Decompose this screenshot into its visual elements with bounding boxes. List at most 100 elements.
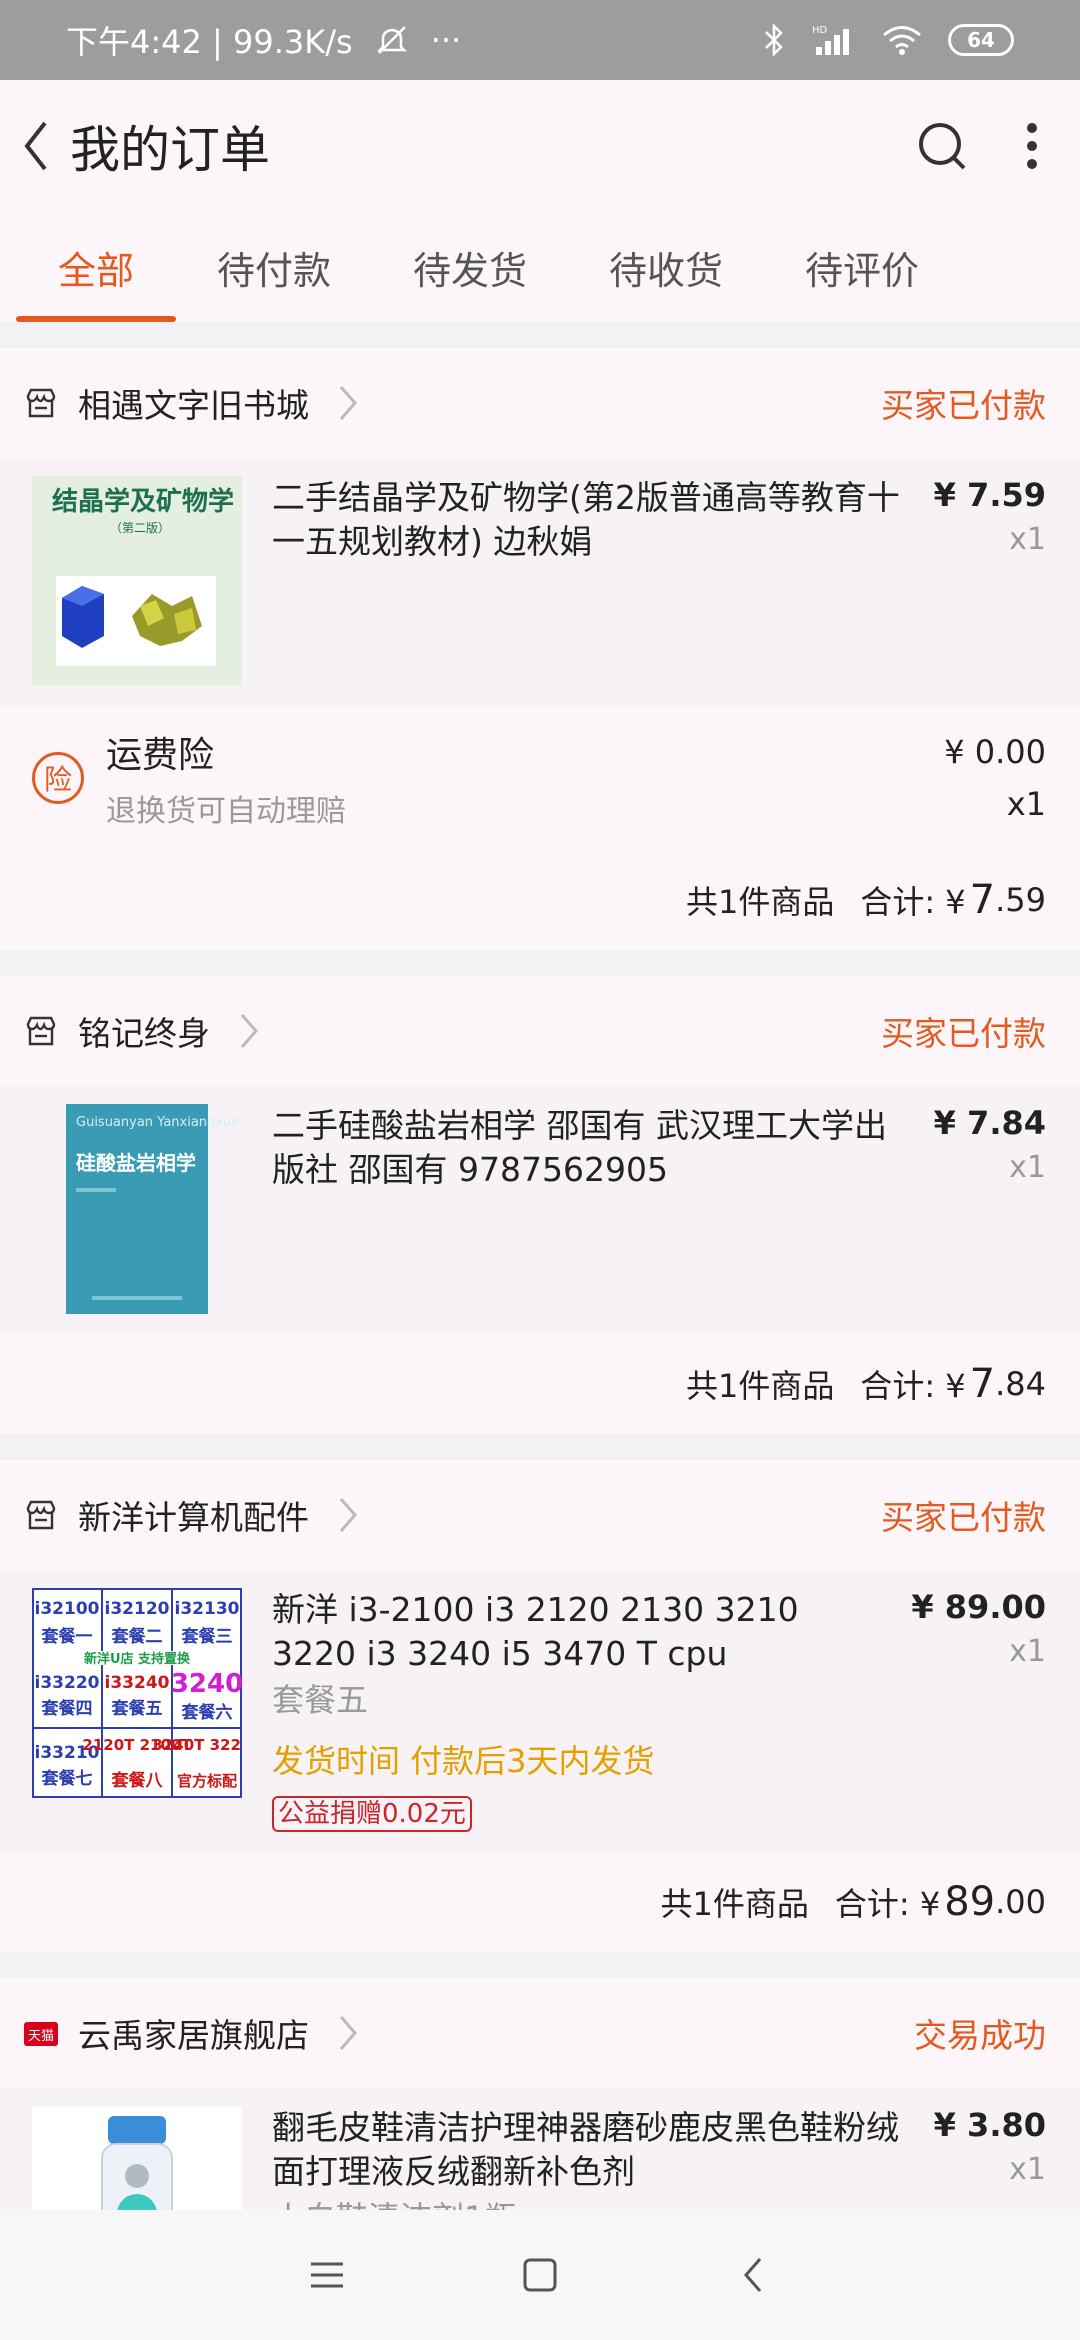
svg-text:i33240: i33240 <box>105 1673 170 1693</box>
product-title: 二手硅酸盐岩相学 邵国有 武汉理工大学出版社 邵国有 9787562905 <box>272 1106 887 1189</box>
tab-pending-shipment[interactable]: 待发货 <box>372 212 568 322</box>
product-quantity: x1 <box>1009 1150 1046 1185</box>
battery-icon: 64 <box>948 24 1014 56</box>
summary-total-decimal: .84 <box>995 1365 1046 1403</box>
summary-total-integer: 7 <box>969 877 996 923</box>
tab-all[interactable]: 全部 <box>16 212 176 322</box>
tab-pending-payment[interactable]: 待付款 <box>176 212 372 322</box>
svg-text:i33220: i33220 <box>35 1673 100 1693</box>
product-title: 翻毛皮鞋清洁护理神器磨砂鹿皮黑色鞋粉绒面打理液反绒翻新补色剂 <box>272 2108 899 2191</box>
svg-text:套餐三: 套餐三 <box>181 1626 233 1647</box>
shop-row[interactable]: 天猫 云禹家居旗舰店 交易成功 <box>0 1978 1080 2088</box>
tab-pending-review[interactable]: 待评价 <box>764 212 960 322</box>
insurance-subtitle: 退换货可自动理赔 <box>106 794 346 829</box>
svg-text:硅酸盐岩相学: 硅酸盐岩相学 <box>76 1151 196 1175</box>
screen: 下午4:42 | 99.3K/s ··· HD 64 我的订单 全部 待付款 待… <box>0 0 1080 2340</box>
back-arrow-icon <box>24 121 47 171</box>
tab-pending-receipt[interactable]: 待收货 <box>568 212 764 322</box>
summary-total-integer: 89 <box>944 1879 996 1925</box>
svg-text:3240T 3220T: 3240T 3220T <box>152 1736 242 1754</box>
chevron-right-icon <box>339 2016 357 2050</box>
order-item[interactable]: Guisuanyan Yanxiangxue 硅酸盐岩相学 二手硅酸盐岩相学 邵… <box>0 1086 1080 1334</box>
chevron-right-icon <box>339 1498 357 1532</box>
svg-text:官方标配: 官方标配 <box>177 1772 237 1790</box>
svg-text:i32100: i32100 <box>35 1599 100 1619</box>
svg-text:3240: 3240 <box>171 1669 242 1699</box>
home-square-icon <box>523 2258 557 2292</box>
svg-text:套餐八: 套餐八 <box>111 1770 164 1791</box>
chevron-right-icon <box>339 386 357 420</box>
insurance-quantity: x1 <box>1006 785 1046 823</box>
more-vertical-icon <box>1027 123 1037 169</box>
order-item[interactable]: 翻毛皮鞋清洁护理神器磨砂鹿皮黑色鞋粉绒面打理液反绒翻新补色剂 小白鞋清洁剂1瓶 … <box>0 2088 1080 2210</box>
shop-name: 相遇文字旧书城 <box>78 386 309 425</box>
order-item[interactable]: i32100 套餐一 i32120 套餐二 i32130 套餐三 新洋U店 支持… <box>0 1570 1080 1852</box>
shop-name: 云禹家居旗舰店 <box>78 2016 309 2055</box>
svg-text:i32120: i32120 <box>105 1599 170 1619</box>
shop-row[interactable]: 新洋计算机配件 买家已付款 <box>0 1460 1080 1570</box>
order-tabs: 全部 待付款 待发货 待收货 待评价 <box>0 212 1080 322</box>
app-header: 我的订单 <box>0 80 1080 212</box>
svg-text:天猫: 天猫 <box>28 2029 54 2044</box>
order-status: 买家已付款 <box>881 1498 1046 1537</box>
product-variant: 小白鞋清洁剂1瓶 <box>272 2196 906 2210</box>
order-list[interactable]: 相遇文字旧书城 买家已付款 结晶学及矿物学 （第二版） 二手结晶学及矿物学(第2… <box>0 348 1080 2210</box>
search-icon <box>919 123 966 170</box>
svg-text:套餐四: 套餐四 <box>41 1698 93 1719</box>
svg-text:（第二版）: （第二版） <box>110 521 170 535</box>
order-status: 买家已付款 <box>881 1014 1046 1053</box>
product-image: 结晶学及矿物学 （第二版） <box>32 476 242 686</box>
svg-text:套餐七: 套餐七 <box>41 1768 93 1789</box>
order-item[interactable]: 结晶学及矿物学 （第二版） 二手结晶学及矿物学(第2版普通高等教育十一五规划教材… <box>0 458 1080 706</box>
summary-total-decimal: .59 <box>995 881 1046 919</box>
store-icon <box>26 1500 56 1530</box>
tmall-icon: 天猫 <box>24 2022 58 2046</box>
order-card: 天猫 云禹家居旗舰店 交易成功 翻毛皮鞋清洁护理神器磨砂鹿皮黑色鞋粉绒面打理液反… <box>0 1978 1080 2210</box>
svg-text:HD: HD <box>812 25 828 36</box>
mute-icon <box>375 23 409 57</box>
back-nav-button[interactable] <box>713 2235 793 2315</box>
menu-button[interactable] <box>287 2235 367 2315</box>
shipping-insurance-row[interactable]: 险 运费险 退换货可自动理赔 ¥ 0.00 x1 <box>0 706 1080 850</box>
status-bar: 下午4:42 | 99.3K/s ··· HD 64 <box>0 0 1080 80</box>
product-title: 新洋 i3-2100 i3 2120 2130 3210 3220 i3 324… <box>272 1590 799 1673</box>
summary-count: 共1件商品 <box>660 1885 809 1923</box>
summary-total-label: 合计: ¥ <box>860 1367 966 1405</box>
menu-icon <box>310 2262 343 2288</box>
order-card: 相遇文字旧书城 买家已付款 结晶学及矿物学 （第二版） 二手结晶学及矿物学(第2… <box>0 348 1080 950</box>
order-summary: 共1件商品 合计: ¥ 89.00 <box>0 1852 1080 1952</box>
status-time-speed: 下午4:42 | 99.3K/s <box>66 23 353 61</box>
product-price: ¥ 7.84 <box>933 1104 1046 1142</box>
svg-text:套餐五: 套餐五 <box>111 1698 163 1719</box>
order-card: 新洋计算机配件 买家已付款 i32100 套餐一 i32120 套餐二 i321… <box>0 1460 1080 1952</box>
donation-badge: 公益捐赠0.02元 <box>272 1796 472 1832</box>
store-icon <box>26 1016 56 1046</box>
back-triangle-icon <box>744 2258 762 2292</box>
chevron-right-icon <box>240 1014 258 1048</box>
order-card: 铭记终身 买家已付款 Guisuanyan Yanxiangxue 硅酸盐岩相学 <box>0 976 1080 1434</box>
product-quantity: x1 <box>1009 1634 1046 1669</box>
wifi-icon <box>882 24 922 56</box>
bluetooth-icon <box>762 23 786 57</box>
svg-text:i32130: i32130 <box>175 1599 240 1619</box>
shop-row[interactable]: 铭记终身 买家已付款 <box>0 976 1080 1086</box>
search-button[interactable] <box>916 120 968 172</box>
product-price: ¥ 3.80 <box>933 2106 1046 2144</box>
system-nav-bar <box>0 2210 1080 2340</box>
order-status: 买家已付款 <box>881 386 1046 425</box>
product-quantity: x1 <box>1009 2152 1046 2187</box>
shop-row[interactable]: 相遇文字旧书城 买家已付款 <box>0 348 1080 458</box>
svg-text:套餐一: 套餐一 <box>41 1626 93 1647</box>
summary-total-label: 合计: ¥ <box>860 883 966 921</box>
more-options-button[interactable] <box>1024 120 1040 172</box>
svg-text:新洋U店 支持置换: 新洋U店 支持置换 <box>84 1651 191 1667</box>
product-title: 二手结晶学及矿物学(第2版普通高等教育十一五规划教材) 边秋娟 <box>272 478 900 561</box>
insurance-badge-icon: 险 <box>32 752 84 804</box>
back-button[interactable] <box>6 80 66 212</box>
svg-text:Guisuanyan Yanxiangxue: Guisuanyan Yanxiangxue <box>76 1115 239 1130</box>
summary-total-integer: 7 <box>969 1361 996 1407</box>
product-quantity: x1 <box>1009 522 1046 557</box>
order-status: 交易成功 <box>914 2016 1046 2055</box>
signal-icon: HD <box>812 23 856 57</box>
home-button[interactable] <box>500 2235 580 2315</box>
